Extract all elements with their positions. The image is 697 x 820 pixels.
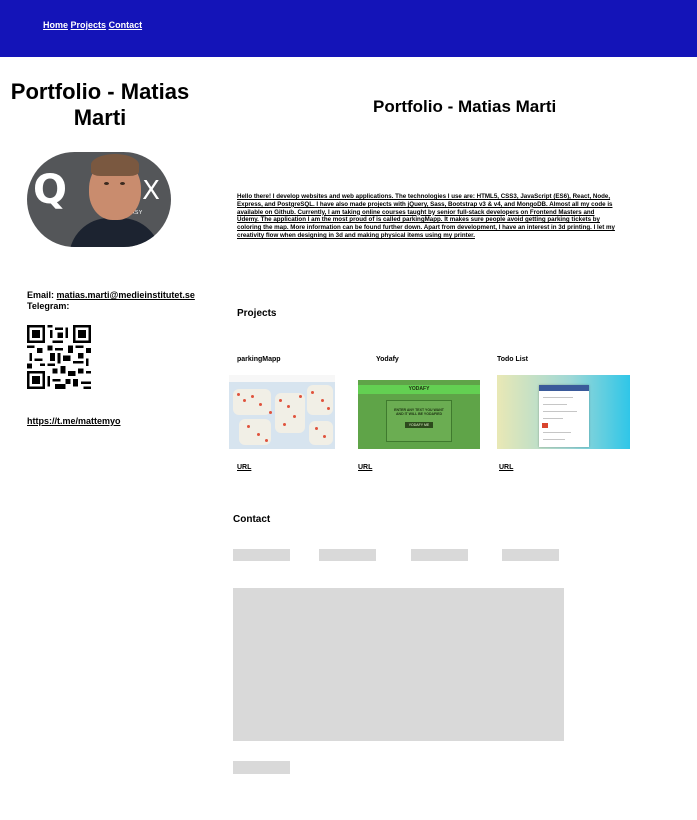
contact-message-textarea[interactable]: [233, 588, 564, 741]
contact-heading: Contact: [233, 514, 271, 525]
contact-info: Email: matias.marti@medieinstitutet.se T…: [27, 290, 195, 312]
project-url-parkingmapp[interactable]: URL: [237, 464, 251, 471]
email-label: Email:: [27, 290, 55, 300]
email-link[interactable]: matias.marti@medieinstitutet.se: [57, 290, 195, 300]
contact-submit-button[interactable]: [233, 761, 290, 774]
project-name-yodafy: Yodafy: [376, 356, 399, 363]
project-thumbnail-parkingmapp[interactable]: [229, 375, 335, 449]
intro-text: Hello there! I develop websites and web …: [237, 193, 615, 239]
nav-contact-link[interactable]: Contact: [109, 20, 143, 30]
yodafy-screen-text: ENTER ANY TEXT YOU WANT AND IT WILL BE Y…: [394, 408, 444, 416]
contact-field-3[interactable]: [411, 549, 468, 561]
avatar-shirt: [69, 218, 161, 247]
project-url-todo-list[interactable]: URL: [499, 464, 513, 471]
contact-field-2[interactable]: [319, 549, 376, 561]
nav-projects-link[interactable]: Projects: [71, 20, 107, 30]
top-bar: Home Projects Contact: [0, 0, 697, 57]
project-url-yodafy[interactable]: URL: [358, 464, 372, 471]
yodafy-screen-button: YODAFY ME: [405, 422, 433, 428]
avatar-logo-q: Q: [33, 167, 68, 213]
avatar: Q CX MADE EASY: [27, 152, 171, 247]
telegram-label: Telegram:: [27, 301, 70, 311]
nav-home-link[interactable]: Home: [43, 20, 68, 30]
email-line: Email: matias.marti@medieinstitutet.se: [27, 290, 195, 301]
avatar-eye: [104, 182, 109, 185]
yodafy-screen-title: YODAFY: [408, 386, 430, 392]
project-name-todo-list: Todo List: [497, 356, 528, 363]
avatar-hair: [91, 154, 139, 176]
projects-heading: Projects: [237, 308, 277, 319]
project-thumbnail-yodafy[interactable]: YODAFY ENTER ANY TEXT YOU WANT AND IT WI…: [358, 380, 480, 449]
contact-field-4[interactable]: [502, 549, 559, 561]
project-thumbnail-todo-list[interactable]: [497, 375, 630, 449]
telegram-link[interactable]: https://t.me/mattemyo: [27, 416, 121, 426]
telegram-qr-code: [27, 325, 91, 389]
main-title: Portfolio - Matias Marti: [373, 97, 557, 116]
sidebar-title: Portfolio - Matias Marti: [10, 79, 190, 130]
top-nav: Home Projects Contact: [43, 20, 142, 30]
avatar-eye: [120, 182, 125, 185]
project-name-parkingmapp: parkingMapp: [237, 356, 281, 363]
contact-field-1[interactable]: [233, 549, 290, 561]
